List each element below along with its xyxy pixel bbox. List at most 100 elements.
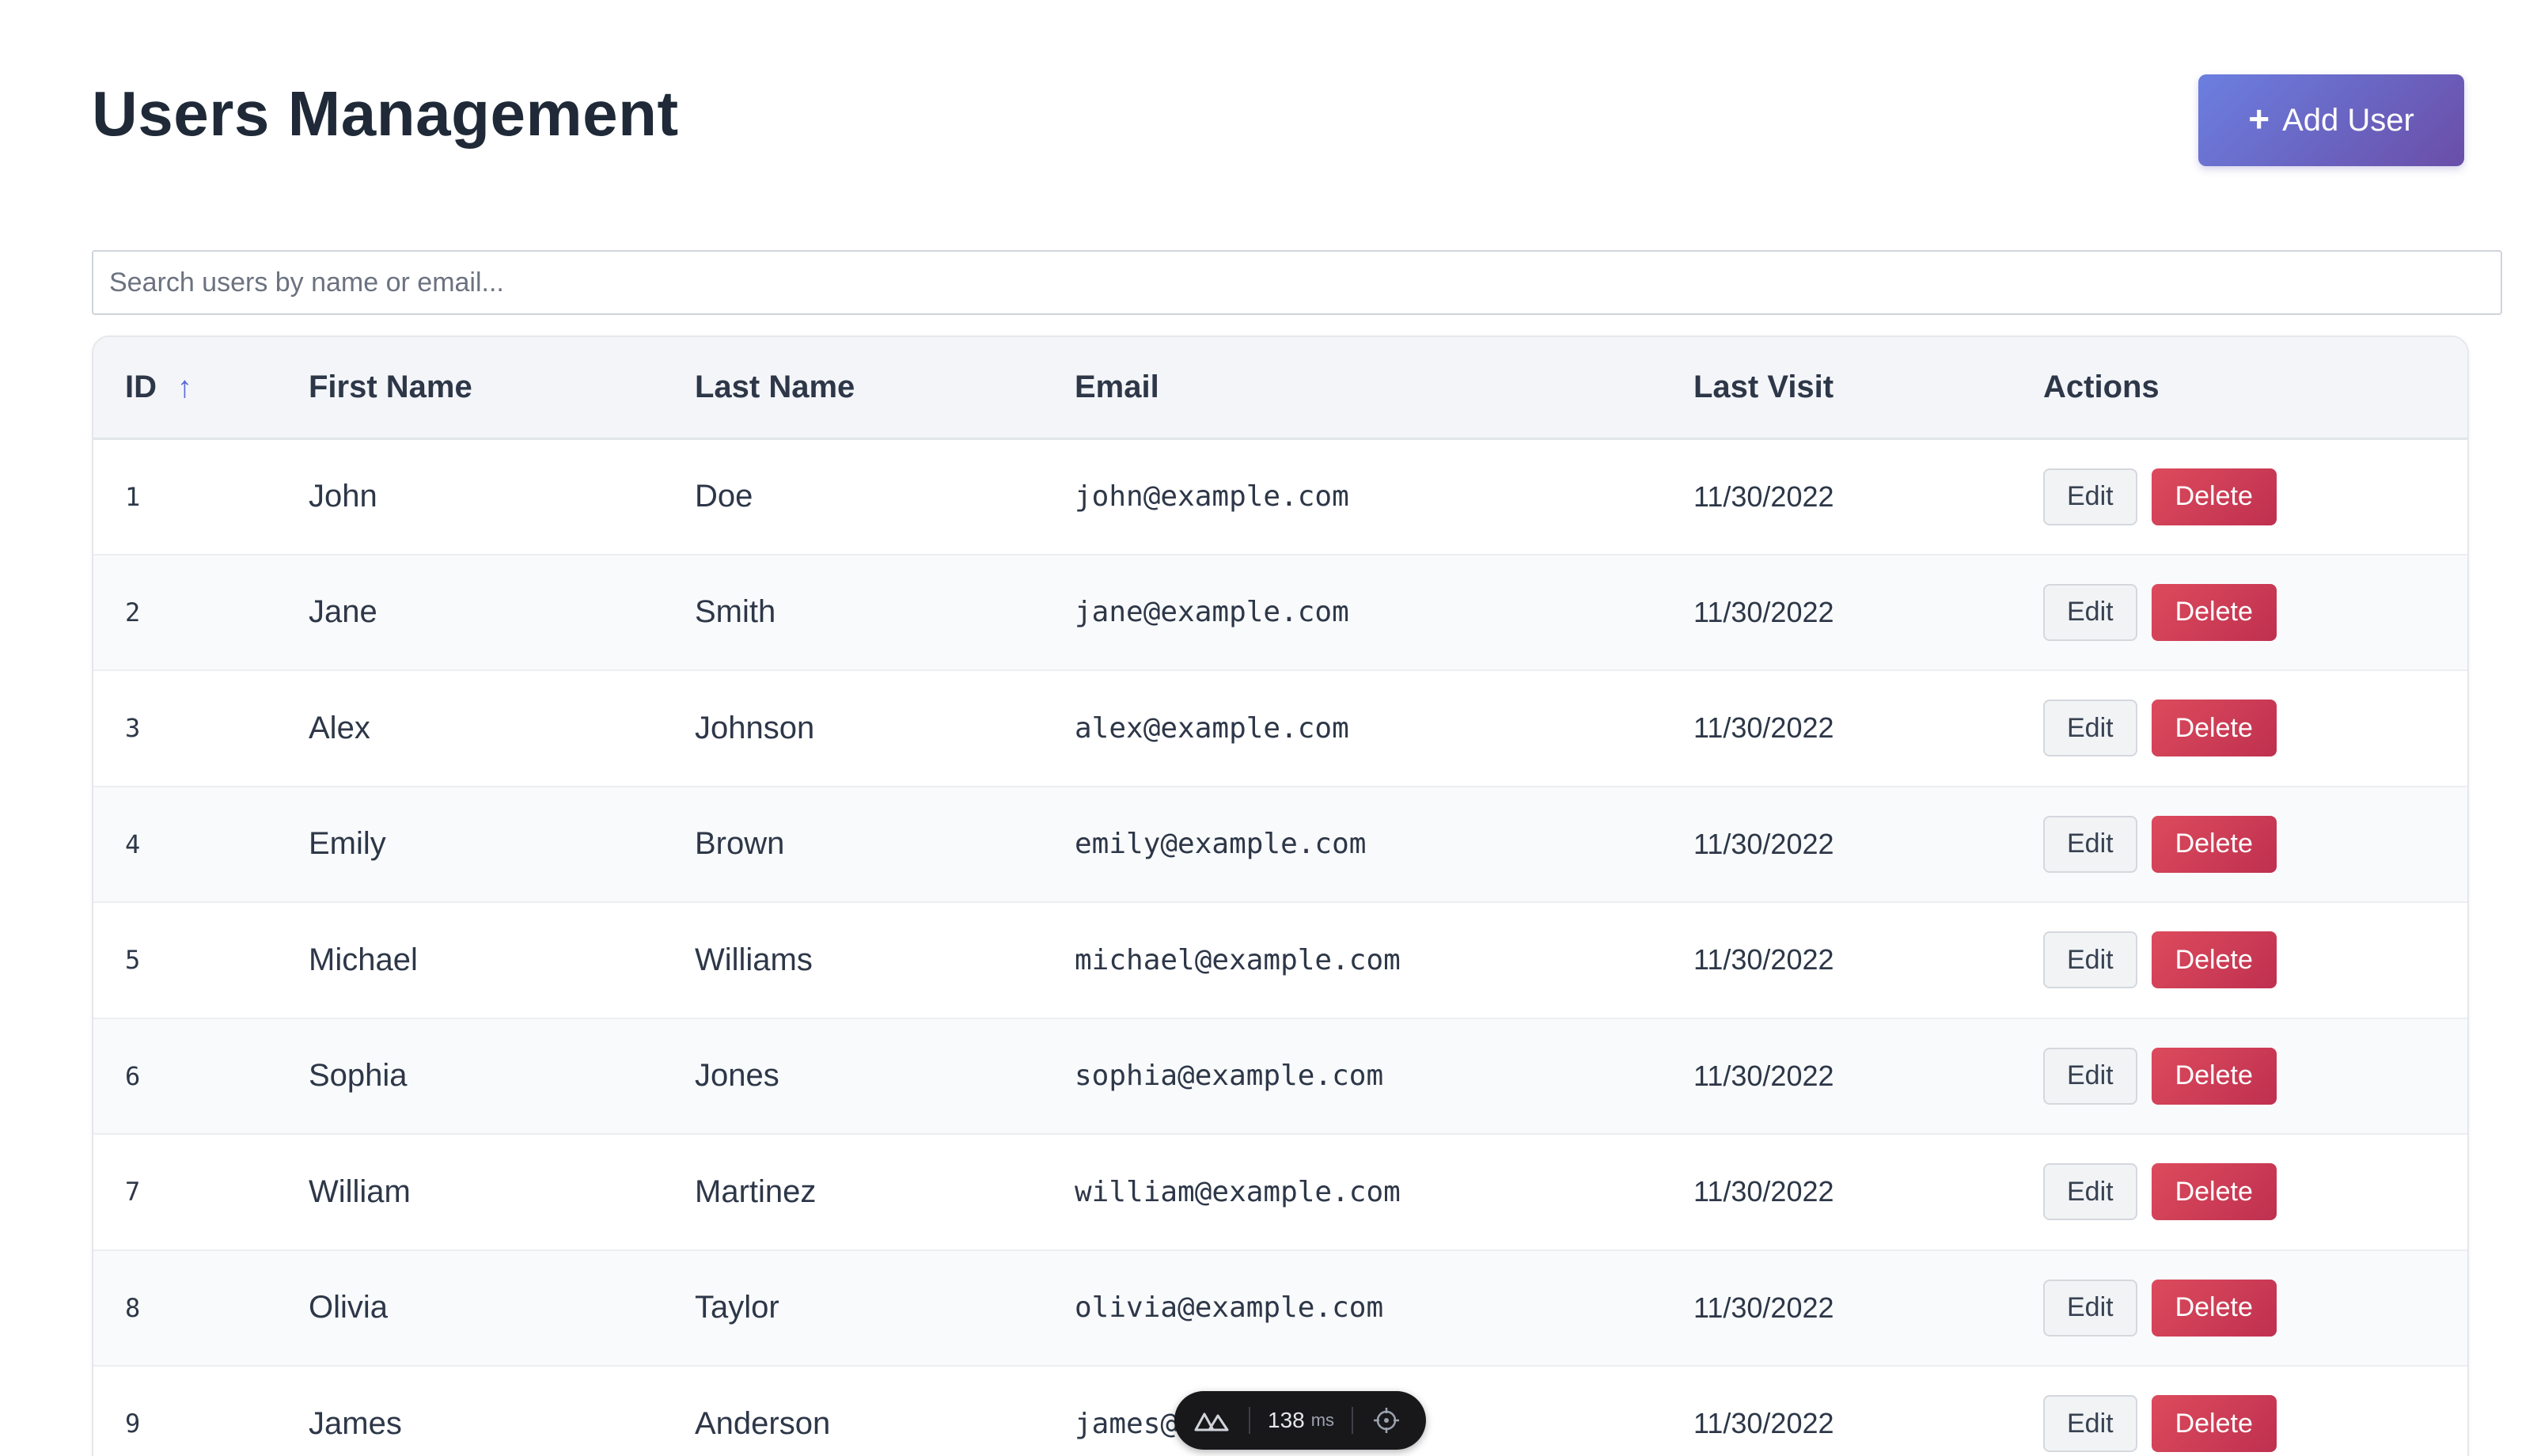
crosshair-icon[interactable] — [1371, 1405, 1402, 1436]
table-body: 1 John Doe john@example.com 11/30/2022 Edit De… — [93, 438, 2467, 1456]
add-user-label: Add User — [2282, 102, 2414, 138]
column-header-last-name[interactable]: Last Name — [695, 337, 1075, 438]
cell-last-name: Jones — [695, 1058, 779, 1094]
edit-button[interactable]: Edit — [2043, 1395, 2137, 1453]
cell-actions: Edit Delete — [2043, 1134, 2467, 1250]
cell-last-visit: 11/30/2022 — [1693, 480, 1834, 513]
cell-last-name: Anderson — [695, 1405, 831, 1441]
cell-email: sophia@example.com — [1075, 1060, 1384, 1093]
cell-last-visit: 11/30/2022 — [1693, 595, 1834, 628]
cell-last-name: Smith — [695, 594, 776, 630]
cell-last-name: Martinez — [695, 1174, 817, 1209]
delete-button[interactable]: Delete — [2151, 1279, 2277, 1337]
users-table: ID ↑ First Name Last Name Email Last Visi… — [93, 337, 2467, 1456]
cell-email: olivia@example.com — [1075, 1291, 1384, 1325]
delete-button[interactable]: Delete — [2151, 1047, 2277, 1105]
cell-first-name: Michael — [309, 942, 418, 977]
cell-email: william@example.com — [1075, 1175, 1401, 1208]
cell-id: 3 — [125, 713, 141, 744]
cell-first-name: John — [309, 479, 377, 514]
table-row: 3 Alex Johnson alex@example.com 11/30/2022 Ed… — [93, 670, 2467, 787]
sort-ascending-icon: ↑ — [177, 370, 192, 404]
cell-actions: Edit Delete — [2043, 902, 2467, 1018]
delete-button[interactable]: Delete — [2151, 700, 2277, 757]
cell-actions: Edit Delete — [2043, 787, 2467, 903]
delete-button[interactable]: Delete — [2151, 931, 2277, 989]
cell-id: 9 — [125, 1409, 141, 1439]
render-time-value: 138 — [1268, 1408, 1305, 1432]
cell-first-name: James — [309, 1405, 402, 1441]
cell-first-name: Emily — [309, 826, 386, 862]
cell-last-name: Taylor — [695, 1290, 779, 1325]
nuxt-logo-icon[interactable] — [1192, 1405, 1231, 1436]
cell-last-name: Williams — [695, 942, 813, 977]
cell-id: 4 — [125, 828, 141, 859]
cell-actions: Edit Delete — [2043, 1250, 2467, 1367]
delete-button[interactable]: Delete — [2151, 815, 2277, 873]
cell-last-visit: 11/30/2022 — [1693, 711, 1834, 745]
cell-last-visit: 11/30/2022 — [1693, 1291, 1834, 1324]
cell-id: 7 — [125, 1177, 141, 1208]
cell-last-visit: 11/30/2022 — [1693, 827, 1834, 860]
divider — [1352, 1407, 1354, 1434]
performance-overlay[interactable]: 138 ms — [1174, 1391, 1426, 1450]
page-title: Users Management — [92, 78, 679, 149]
cell-id: 6 — [125, 1060, 141, 1091]
cell-id: 5 — [125, 945, 141, 976]
column-header-actions: Actions — [2043, 369, 2160, 404]
cell-actions: Edit Delete — [2043, 438, 2467, 555]
edit-button[interactable]: Edit — [2043, 815, 2137, 873]
edit-button[interactable]: Edit — [2043, 1163, 2137, 1221]
cell-actions: Edit Delete — [2043, 670, 2467, 787]
cell-id: 2 — [125, 597, 141, 628]
search-input[interactable] — [92, 250, 2502, 315]
edit-button[interactable]: Edit — [2043, 1047, 2137, 1105]
cell-first-name: William — [309, 1174, 411, 1209]
cell-id: 8 — [125, 1292, 141, 1323]
delete-button[interactable]: Delete — [2151, 583, 2277, 641]
cell-email: john@example.com — [1075, 480, 1349, 513]
table-header: ID ↑ First Name Last Name Email Last Visi… — [93, 337, 2467, 438]
cell-actions: Edit Delete — [2043, 1018, 2467, 1135]
table-row: 1 John Doe john@example.com 11/30/2022 Edit De… — [93, 438, 2467, 555]
column-header-id[interactable]: ID ↑ — [93, 337, 309, 438]
cell-email: jane@example.com — [1075, 596, 1349, 629]
page-header: Users Management + Add User — [92, 74, 2464, 166]
cell-email: alex@example.com — [1075, 711, 1349, 745]
delete-button[interactable]: Delete — [2151, 1163, 2277, 1221]
table-row: 2 Jane Smith jane@example.com 11/30/2022 Edit… — [93, 554, 2467, 671]
delete-button[interactable]: Delete — [2151, 468, 2277, 525]
add-user-button[interactable]: + Add User — [2198, 74, 2464, 166]
divider — [1249, 1407, 1250, 1434]
cell-last-visit: 11/30/2022 — [1693, 943, 1834, 976]
cell-email: michael@example.com — [1075, 943, 1401, 976]
column-header-last-visit[interactable]: Last Visit — [1693, 337, 2043, 438]
cell-actions: Edit Delete — [2043, 555, 2467, 671]
cell-first-name: Sophia — [309, 1058, 408, 1094]
column-header-first-name[interactable]: First Name — [309, 337, 695, 438]
cell-first-name: Jane — [309, 594, 377, 630]
edit-button[interactable]: Edit — [2043, 931, 2137, 989]
cell-first-name: Olivia — [309, 1290, 389, 1325]
cell-first-name: Alex — [309, 710, 370, 745]
edit-button[interactable]: Edit — [2043, 1279, 2137, 1337]
edit-button[interactable]: Edit — [2043, 583, 2137, 641]
delete-button[interactable]: Delete — [2151, 1395, 2277, 1453]
cell-last-name: Doe — [695, 479, 753, 514]
cell-last-visit: 11/30/2022 — [1693, 1407, 1834, 1440]
table-row: 4 Emily Brown emily@example.com 11/30/2022 Ed… — [93, 786, 2467, 903]
cell-last-name: Johnson — [695, 710, 815, 745]
users-table-container: ID ↑ First Name Last Name Email Last Visi… — [92, 336, 2469, 1456]
edit-button[interactable]: Edit — [2043, 468, 2137, 525]
plus-icon: + — [2248, 98, 2270, 139]
edit-button[interactable]: Edit — [2043, 700, 2137, 757]
cell-id: 1 — [125, 481, 141, 512]
table-row: 6 Sophia Jones sophia@example.com 11/30/2022… — [93, 1018, 2467, 1135]
cell-email: emily@example.com — [1075, 828, 1367, 861]
column-header-email[interactable]: Email — [1075, 337, 1693, 438]
cell-last-name: Brown — [695, 826, 785, 862]
cell-last-visit: 11/30/2022 — [1693, 1059, 1834, 1092]
table-row: 7 William Martinez william@example.com 11/30… — [93, 1134, 2467, 1250]
cell-last-visit: 11/30/2022 — [1693, 1175, 1834, 1208]
table-row: 5 Michael Williams michael@example.com 11/30… — [93, 902, 2467, 1018]
